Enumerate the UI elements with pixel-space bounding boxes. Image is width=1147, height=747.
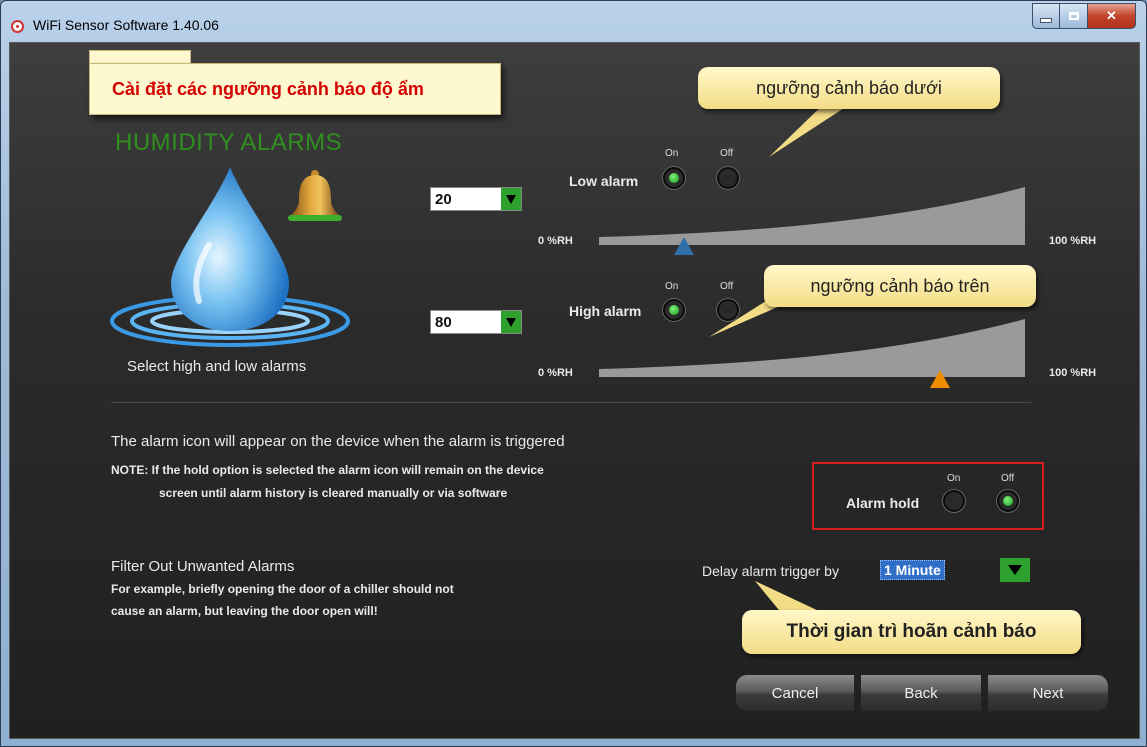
low-alarm-off-label: Off bbox=[720, 148, 734, 159]
low-alarm-dropdown[interactable]: 20 bbox=[430, 187, 522, 211]
alarm-hold-off-label: Off bbox=[1001, 473, 1015, 484]
high-alarm-label: High alarm bbox=[569, 303, 642, 319]
next-button[interactable]: Next bbox=[987, 674, 1109, 712]
maximize-button[interactable] bbox=[1060, 3, 1088, 29]
alarm-hold-on-label: On bbox=[947, 473, 961, 484]
low-alarm-on-label: On bbox=[665, 148, 679, 159]
low-alarm-value: 20 bbox=[435, 190, 452, 208]
chevron-down-icon bbox=[501, 188, 521, 210]
low-alarm-off-radio[interactable] bbox=[717, 167, 739, 189]
high-alarm-on-radio[interactable] bbox=[663, 299, 685, 321]
window-title: WiFi Sensor Software 1.40.06 bbox=[33, 17, 219, 33]
delay-callout: Thời gian trì hoãn cảnh báo bbox=[742, 610, 1081, 654]
close-icon: ✕ bbox=[1106, 8, 1117, 23]
filter-title: Filter Out Unwanted Alarms bbox=[111, 558, 295, 575]
app-window: WiFi Sensor Software 1.40.06 ✕ Cài đặt c… bbox=[0, 0, 1147, 747]
delay-value: 1 Minute bbox=[880, 560, 945, 580]
low-scale-max: 100 %RH bbox=[1049, 235, 1097, 247]
high-threshold-callout: ngưỡng cảnh báo trên bbox=[764, 265, 1036, 307]
alarm-hold-off-radio[interactable] bbox=[997, 490, 1019, 512]
alarm-hold-label: Alarm hold bbox=[846, 495, 920, 511]
section-title: HUMIDITY ALARMS bbox=[115, 129, 343, 156]
low-alarm-on-radio[interactable] bbox=[663, 167, 685, 189]
chevron-down-icon bbox=[1000, 558, 1030, 582]
filter-line-2: cause an alarm, but leaving the door ope… bbox=[111, 604, 378, 618]
high-scale-max: 100 %RH bbox=[1049, 367, 1097, 379]
low-scale-min: 0 %RH bbox=[538, 235, 573, 247]
humidity-note: Cài đặt các ngưỡng cảnh báo độ ẩm bbox=[89, 63, 501, 115]
delay-dropdown[interactable]: 1 Minute bbox=[880, 558, 1030, 582]
title-bar[interactable]: WiFi Sensor Software 1.40.06 ✕ bbox=[1, 1, 1146, 41]
low-alarm-slider-track[interactable] bbox=[599, 187, 1027, 247]
high-scale-min: 0 %RH bbox=[538, 367, 573, 379]
divider bbox=[111, 402, 1031, 403]
caption: Select high and low alarms bbox=[127, 358, 307, 375]
delay-label: Delay alarm trigger by bbox=[702, 563, 839, 579]
low-threshold-callout: ngưỡng cảnh báo dưới bbox=[698, 67, 1000, 109]
alarm-hold-on-radio[interactable] bbox=[943, 490, 965, 512]
back-button[interactable]: Back bbox=[860, 674, 982, 712]
maximize-icon bbox=[1068, 12, 1079, 20]
filter-line-1: For example, briefly opening the door of… bbox=[111, 582, 454, 596]
alarm-info-text: The alarm icon will appear on the device… bbox=[111, 433, 565, 450]
low-alarm-slider-handle[interactable] bbox=[674, 237, 695, 255]
minimize-button[interactable] bbox=[1032, 3, 1060, 29]
high-alarm-value: 80 bbox=[435, 313, 452, 331]
high-alarm-on-label: On bbox=[665, 281, 679, 292]
note-line-1: NOTE: If the hold option is selected the… bbox=[111, 463, 544, 477]
bell-icon bbox=[288, 170, 342, 221]
close-button[interactable]: ✕ bbox=[1088, 3, 1136, 29]
high-alarm-slider-handle[interactable] bbox=[929, 370, 950, 388]
app-icon bbox=[11, 20, 24, 33]
cancel-button[interactable]: Cancel bbox=[735, 674, 855, 712]
note-line-2: screen until alarm history is cleared ma… bbox=[159, 486, 508, 500]
minimize-icon bbox=[1040, 17, 1052, 23]
high-alarm-dropdown[interactable]: 80 bbox=[430, 310, 522, 334]
chevron-down-icon bbox=[501, 311, 521, 333]
